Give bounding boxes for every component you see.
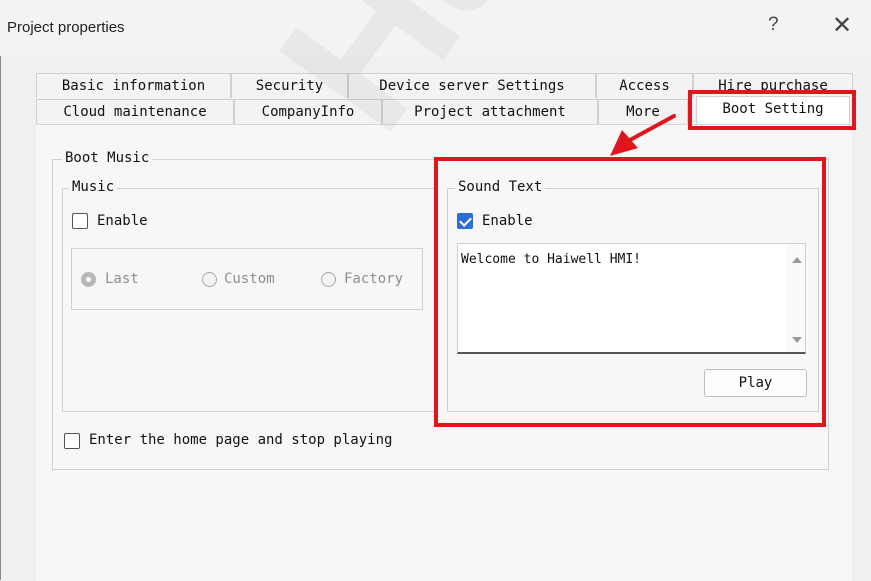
highlight-sound-text-area: [434, 157, 826, 427]
tab-device-server-settings[interactable]: Device server Settings: [348, 73, 596, 98]
tab-companyinfo[interactable]: CompanyInfo: [234, 99, 382, 124]
help-icon[interactable]: ?: [768, 14, 779, 36]
radio-custom-label: Custom: [224, 271, 275, 287]
tab-basic-information[interactable]: Basic information: [36, 73, 231, 98]
tab-project-attachment[interactable]: Project attachment: [382, 99, 598, 124]
tab-security[interactable]: Security: [231, 73, 348, 98]
red-arrow-icon: [610, 114, 676, 156]
window-left-border: [0, 0, 1, 580]
highlight-boot-setting-tab: [688, 90, 856, 130]
music-enable-checkbox[interactable]: [72, 213, 88, 229]
music-enable-label: Enable: [97, 213, 148, 229]
radio-last-label: Last: [105, 271, 139, 287]
stop-playing-checkbox[interactable]: [64, 433, 80, 449]
music-title: Music: [69, 179, 118, 195]
tab-cloud-maintenance[interactable]: Cloud maintenance: [36, 99, 234, 124]
boot-music-title: Boot Music: [62, 150, 153, 166]
tab-access[interactable]: Access: [596, 73, 693, 98]
stop-playing-label: Enter the home page and stop playing: [89, 432, 393, 448]
radio-custom[interactable]: [202, 272, 217, 287]
radio-factory[interactable]: [321, 272, 336, 287]
window-title: Project properties: [7, 19, 125, 36]
title-bar: Project properties ? ✕: [0, 0, 871, 56]
close-icon[interactable]: ✕: [832, 11, 852, 40]
radio-factory-label: Factory: [344, 271, 404, 287]
radio-last[interactable]: [81, 272, 96, 287]
